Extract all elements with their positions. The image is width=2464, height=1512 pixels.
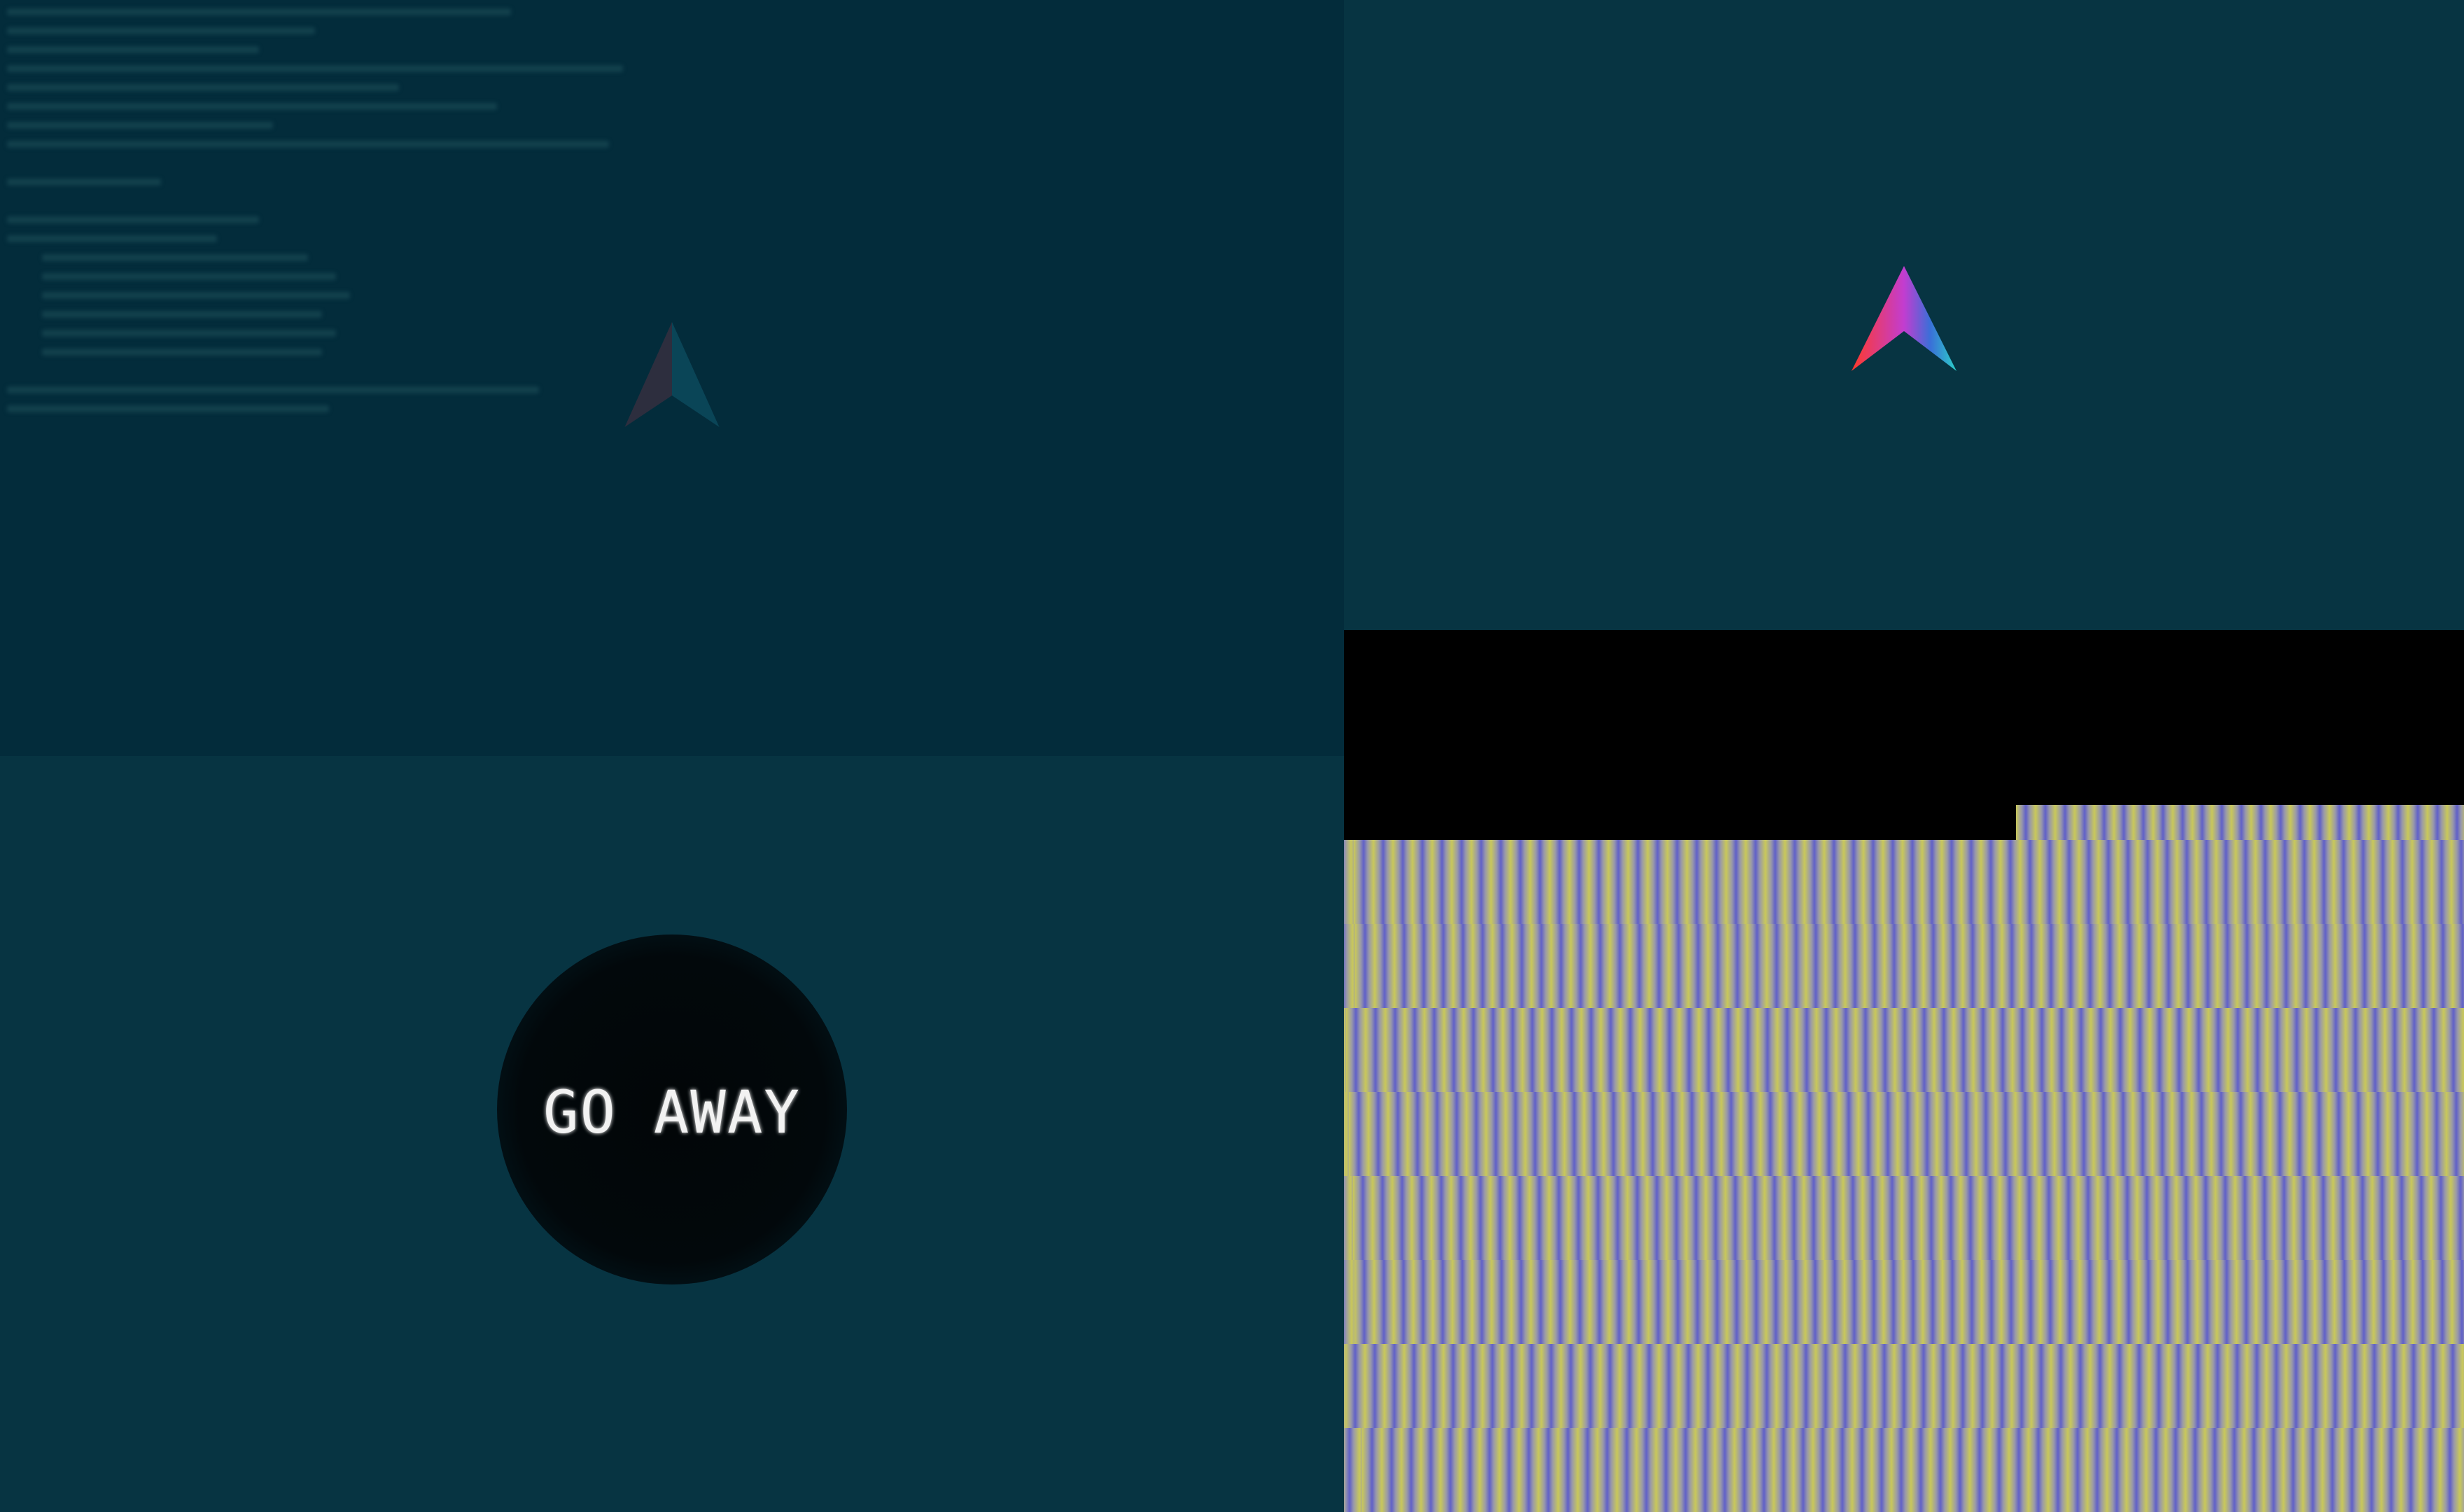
terminal-line <box>7 178 161 186</box>
terminal-line <box>42 292 350 299</box>
glitch-stripe-row <box>1344 1176 2464 1260</box>
go-away-label: GO AWAY <box>542 1078 801 1147</box>
terminal-line <box>7 27 315 34</box>
terminal-line <box>7 386 539 393</box>
terminal-line <box>7 8 511 15</box>
terminal-line <box>42 311 322 318</box>
glitch-stripe-row <box>1344 1008 2464 1092</box>
terminal-line <box>42 254 308 261</box>
glitch-stripe-row <box>1344 840 2464 924</box>
terminal-line <box>42 349 322 356</box>
glitched-window <box>1344 630 2464 1512</box>
terminal-line <box>7 65 623 72</box>
glitch-stripe-row <box>1344 924 2464 1008</box>
terminal-line <box>7 141 609 148</box>
terminal-line <box>7 46 259 53</box>
terminal-line <box>7 216 259 223</box>
terminal-line <box>42 330 336 337</box>
terminal-panel[interactable] <box>0 0 1344 756</box>
logo-icon <box>1851 266 1956 371</box>
terminal-line <box>7 84 399 91</box>
desktop-panel-top-right <box>1344 0 2464 630</box>
terminal-line <box>7 235 217 242</box>
glitch-stripe-row <box>2016 805 2464 840</box>
terminal-line <box>7 122 273 129</box>
logo-icon <box>624 322 720 427</box>
terminal-line <box>7 103 497 110</box>
glitch-stripe-row <box>1344 1260 2464 1344</box>
glitch-stripe-row <box>1344 1092 2464 1176</box>
terminal-line <box>7 405 329 412</box>
glitch-stripe-row <box>1344 1344 2464 1428</box>
terminal-line <box>42 273 336 280</box>
glitch-stripe-row <box>1344 1428 2464 1512</box>
